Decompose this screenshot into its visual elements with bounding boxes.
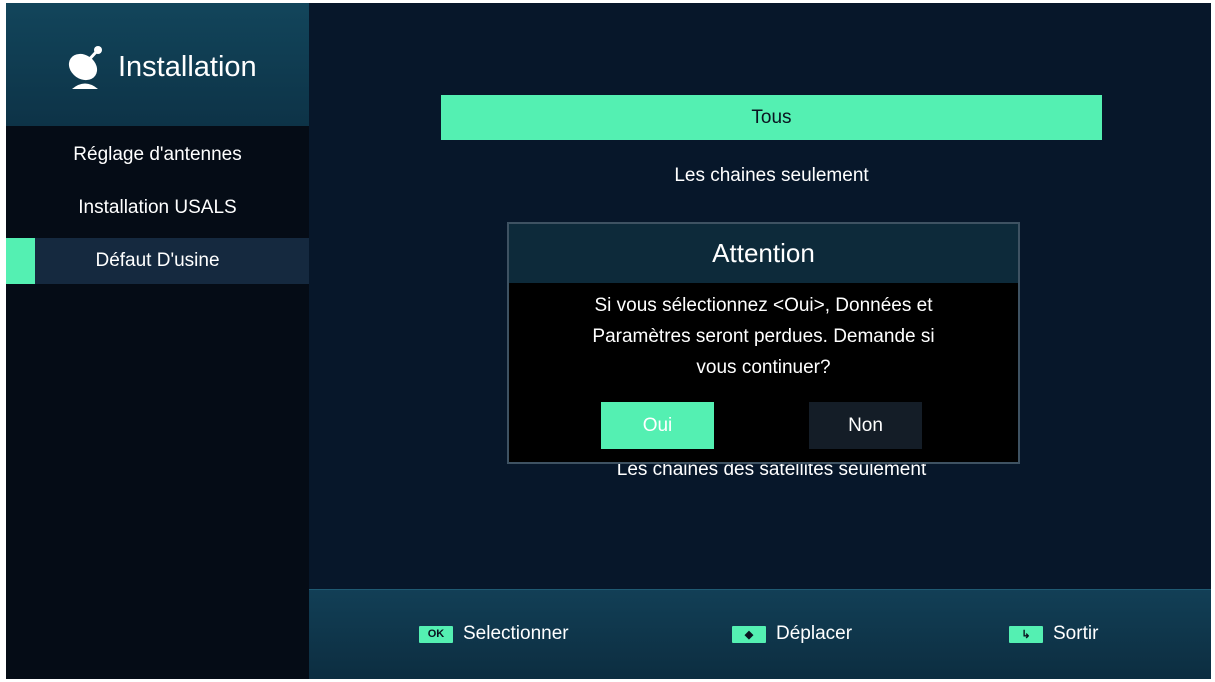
sidebar-item-usals[interactable]: Installation USALS	[6, 185, 309, 231]
yes-button[interactable]: Oui	[601, 402, 714, 449]
hint-label: Selectionner	[463, 623, 569, 644]
dialog-message-line: Si vous sélectionnez <Oui>, Données et	[594, 295, 933, 316]
option-channels-only[interactable]: Les chaines seulement	[441, 165, 1102, 187]
satellite-dish-icon	[68, 46, 102, 89]
sidebar-title: Installation	[118, 51, 257, 83]
exit-arrow-icon: ↳	[1009, 625, 1043, 643]
hint-move: ◆ Déplacer	[732, 622, 852, 646]
no-button[interactable]: Non	[809, 402, 922, 449]
dialog-message-line: vous continuer?	[696, 357, 831, 378]
footer-hint-bar: OK Selectionner ◆ Déplacer ↳ Sortir	[309, 589, 1211, 679]
sidebar-item-factory-default[interactable]: Défaut D'usine	[6, 238, 309, 284]
sidebar-item-label: Défaut D'usine	[95, 250, 220, 271]
hint-label: Déplacer	[776, 623, 853, 644]
hint-exit: ↳ Sortir	[1009, 622, 1098, 646]
sidebar-header: Installation	[6, 3, 309, 126]
sidebar-item-label: Réglage d'antennes	[73, 144, 242, 165]
hint-label: Sortir	[1053, 623, 1099, 644]
dialog-message-line: Paramètres seront perdues. Demande si	[592, 326, 935, 347]
dialog-message: Si vous sélectionnez <Oui>, Données et P…	[529, 290, 998, 383]
sidebar-item-antenna-setup[interactable]: Réglage d'antennes	[6, 132, 309, 178]
option-all[interactable]: Tous	[441, 95, 1102, 140]
ok-key-icon: OK	[419, 625, 453, 643]
main-panel: Tous Les chaines seulement Les chaines d…	[309, 3, 1211, 589]
dialog-title: Attention	[509, 224, 1018, 283]
up-down-arrow-icon: ◆	[732, 625, 766, 643]
attention-dialog: Attention Si vous sélectionnez <Oui>, Do…	[507, 222, 1020, 464]
screen: Installation Réglage d'antennes Installa…	[6, 3, 1211, 679]
hint-select: OK Selectionner	[419, 622, 569, 646]
active-item-marker	[6, 238, 35, 284]
sidebar: Installation Réglage d'antennes Installa…	[6, 3, 309, 679]
sidebar-item-label: Installation USALS	[78, 197, 237, 218]
